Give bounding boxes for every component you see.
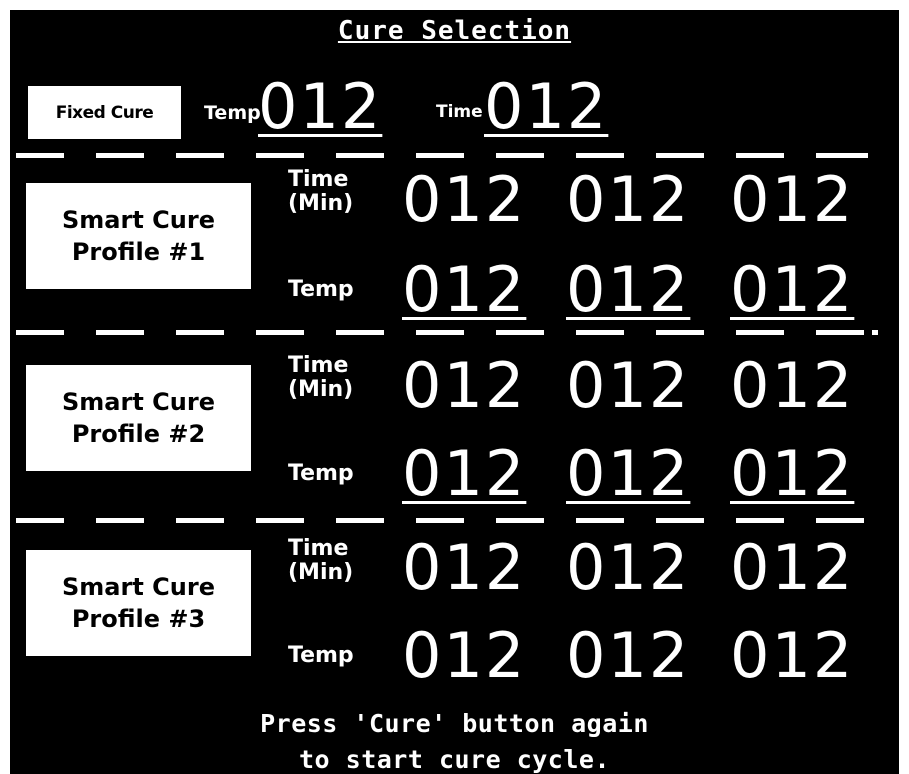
- profile-3-time-label-1: Time: [288, 536, 349, 561]
- profile-1-time-2[interactable]: 012: [566, 169, 690, 231]
- profile-1-temp-2[interactable]: 012: [566, 259, 690, 321]
- fixed-temp-label: Temp: [204, 102, 261, 124]
- profile-1-temp-1[interactable]: 012: [402, 259, 526, 321]
- profile-3-label-line1: Smart Cure: [62, 573, 215, 601]
- fixed-time-value[interactable]: 012: [484, 76, 608, 138]
- instructions-text: Press 'Cure' button again to start cure …: [10, 706, 899, 774]
- fixed-cure-button[interactable]: Fixed Cure: [28, 86, 181, 139]
- instructions-line2: to start cure cycle.: [298, 745, 611, 774]
- profile-2-time-label: Time (Min): [288, 354, 353, 402]
- profile-2-temp-2[interactable]: 012: [566, 443, 690, 505]
- profile-3-time-1[interactable]: 012: [402, 537, 526, 599]
- profile-2-temp-label: Temp: [288, 461, 354, 486]
- profile-1-temp-3[interactable]: 012: [730, 259, 854, 321]
- profile-2-time-label-1: Time: [288, 353, 349, 378]
- profile-2-temp-1[interactable]: 012: [402, 443, 526, 505]
- profile-2-label-line1: Smart Cure: [62, 388, 215, 416]
- section-divider: [16, 518, 882, 523]
- profile-3-time-label-2: (Min): [288, 560, 354, 585]
- section-divider: [16, 330, 876, 335]
- smart-cure-profile-2-button[interactable]: Smart Cure Profile #2: [26, 365, 251, 471]
- profile-1-label-line2: Profile #1: [71, 238, 206, 266]
- profile-1-label-line1: Smart Cure: [62, 206, 215, 234]
- fixed-temp-value[interactable]: 012: [258, 76, 382, 138]
- profile-1-time-3[interactable]: 012: [730, 169, 854, 231]
- profile-2-label-line2: Profile #2: [71, 420, 206, 448]
- page-title: Cure Selection: [337, 16, 572, 46]
- profile-1-time-label-2: (Min): [288, 191, 354, 216]
- divider-tail: [862, 153, 868, 158]
- profile-3-temp-1[interactable]: 012: [402, 625, 526, 687]
- profile-1-time-1[interactable]: 012: [402, 169, 526, 231]
- profile-3-temp-2[interactable]: 012: [566, 625, 690, 687]
- profile-2-temp-3[interactable]: 012: [730, 443, 854, 505]
- profile-3-time-label: Time (Min): [288, 537, 353, 585]
- profile-2-time-label-2: (Min): [288, 377, 354, 402]
- instructions-line1: Press 'Cure' button again: [260, 709, 649, 738]
- divider-tail: [872, 330, 878, 335]
- profile-3-temp-3[interactable]: 012: [730, 625, 854, 687]
- profile-3-time-3[interactable]: 012: [730, 537, 854, 599]
- profile-3-time-2[interactable]: 012: [566, 537, 690, 599]
- cure-selection-screen: Cure Selection Fixed Cure Temp 012 Time …: [10, 10, 899, 774]
- profile-3-temp-label: Temp: [288, 643, 354, 668]
- section-divider: [16, 153, 876, 158]
- fixed-time-label: Time: [436, 102, 483, 122]
- profile-2-time-2[interactable]: 012: [566, 355, 690, 417]
- smart-cure-profile-3-button[interactable]: Smart Cure Profile #3: [26, 550, 251, 656]
- smart-cure-profile-1-button[interactable]: Smart Cure Profile #1: [26, 183, 251, 289]
- profile-2-time-3[interactable]: 012: [730, 355, 854, 417]
- profile-1-time-label-1: Time: [288, 167, 349, 192]
- profile-2-time-1[interactable]: 012: [402, 355, 526, 417]
- profile-1-time-label: Time (Min): [288, 168, 353, 216]
- profile-1-temp-label: Temp: [288, 277, 354, 302]
- profile-3-label-line2: Profile #3: [71, 605, 206, 633]
